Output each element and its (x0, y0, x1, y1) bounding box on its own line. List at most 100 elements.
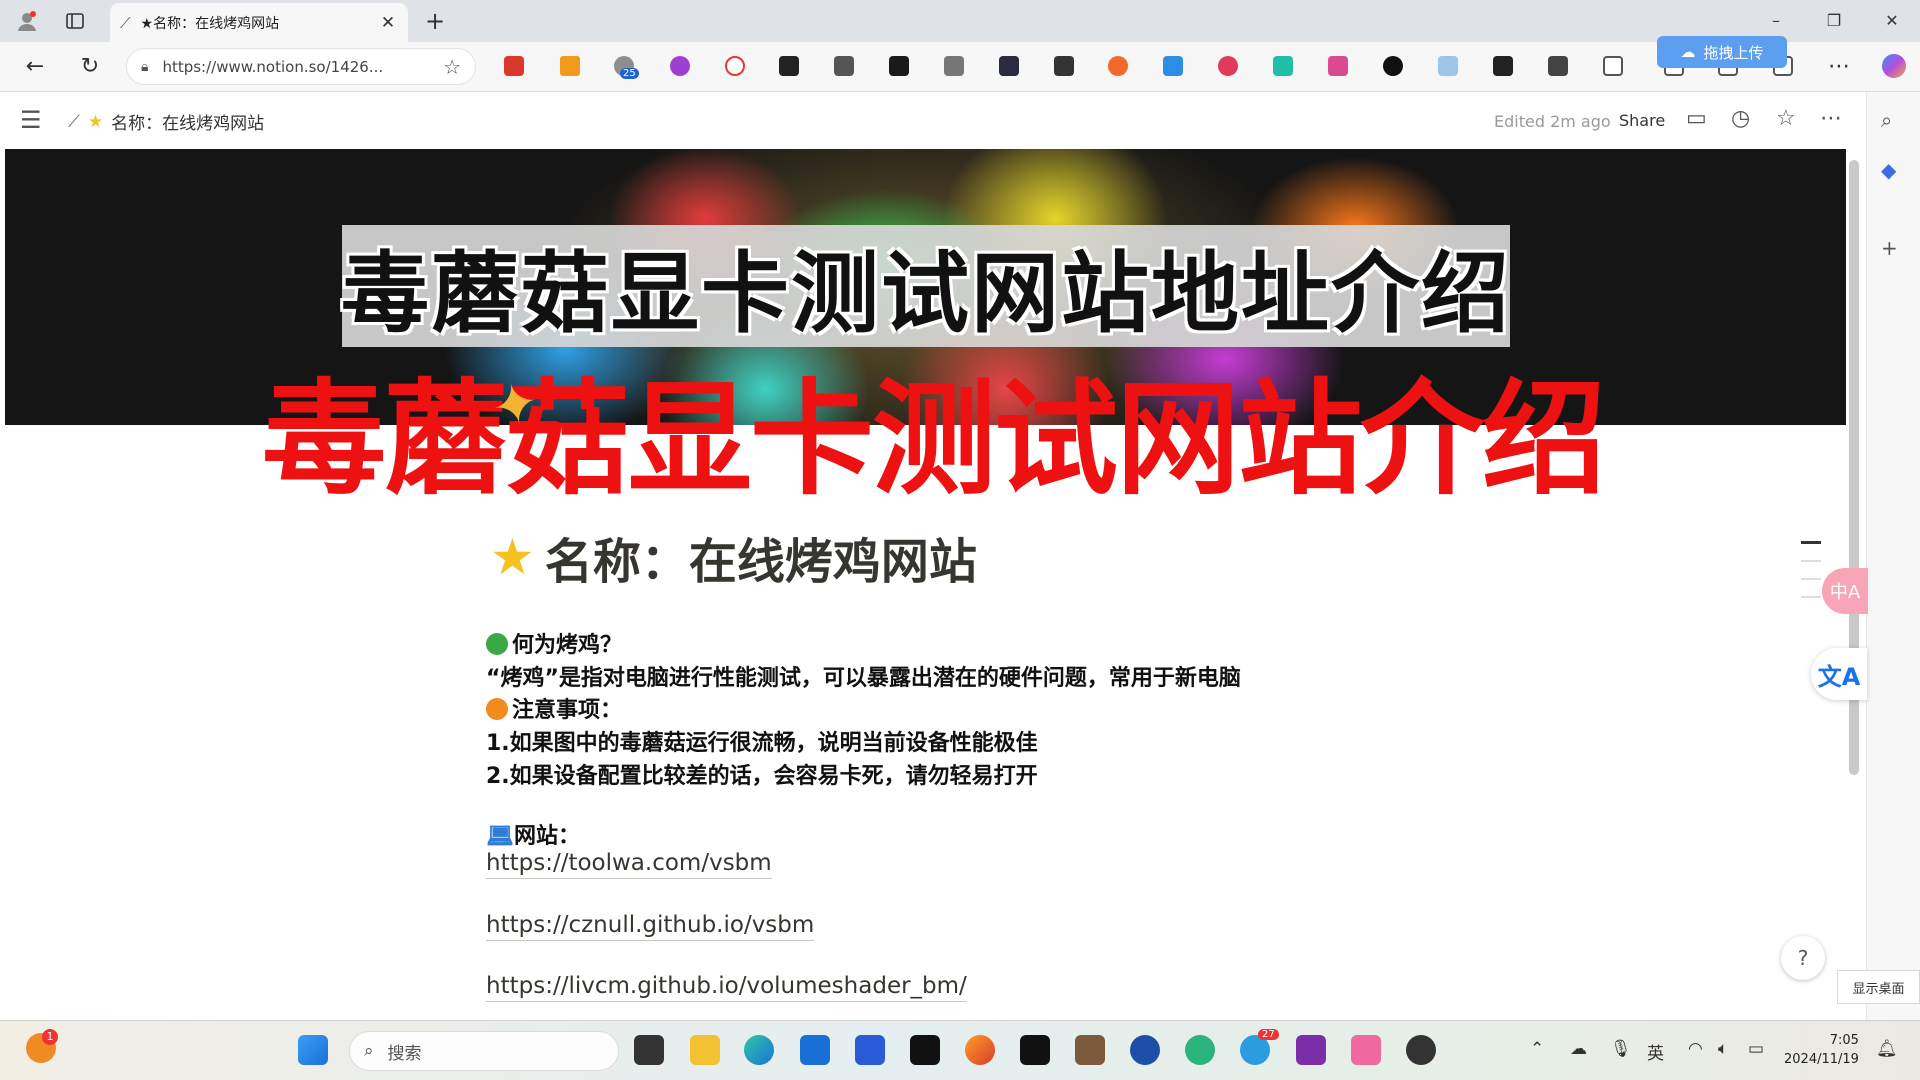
battery-icon[interactable]: ▭ (1748, 1039, 1764, 1059)
record-extension-icon[interactable] (725, 56, 745, 76)
site-link-1[interactable]: https://toolwa.com/vsbm (486, 850, 772, 879)
laptop-icon: 💻︎ (486, 824, 514, 849)
microphone-icon[interactable]: 🎙︎ (1610, 1039, 1632, 1059)
question-heading-text: 何为烤鸡？ (512, 633, 623, 658)
page-title[interactable]: ★ 名称：在线烤鸡网站 (490, 522, 977, 592)
library-icon[interactable] (1075, 1035, 1105, 1065)
outline-indicator[interactable] (1801, 560, 1821, 562)
onedrive-icon[interactable]: ☁ (1570, 1039, 1587, 1059)
store-icon[interactable] (855, 1035, 885, 1065)
search-icon[interactable]: ⌕ (1881, 108, 1892, 132)
outline-indicator[interactable] (1801, 578, 1821, 580)
upload-button[interactable]: ☁ 拖拽上传 (1657, 36, 1787, 68)
browser-sidebar: ⌕ ◆ + (1866, 92, 1920, 1020)
onenote-icon[interactable] (1296, 1035, 1326, 1065)
translate-button[interactable]: 文A (1811, 648, 1867, 700)
extension-icon[interactable] (1163, 56, 1183, 76)
profile-icon[interactable] (14, 8, 40, 34)
task-view-icon[interactable] (634, 1035, 664, 1065)
show-desktop-tooltip: 显示桌面 (1837, 970, 1920, 1004)
file-explorer-icon[interactable] (690, 1035, 720, 1065)
translate-pink-button[interactable]: 中A (1822, 568, 1868, 614)
extension-icon[interactable] (1218, 56, 1238, 76)
extension-icon[interactable] (1548, 56, 1568, 76)
time: 7:05 (1829, 1033, 1859, 1048)
search-icon: ⌕ (364, 1041, 374, 1061)
tab-active[interactable]: ⟋ ★名称：在线烤鸡网站 ✕ (110, 3, 408, 42)
orange-circle-icon (486, 698, 508, 720)
ime-indicator[interactable]: 英 (1647, 1039, 1664, 1064)
magic-wand-icon: ⟋ (68, 111, 80, 132)
extension-icon[interactable] (1493, 56, 1513, 76)
extension-badge: 25 (620, 68, 639, 79)
edited-status: Edited 2m ago (1494, 112, 1611, 131)
close-window-icon[interactable]: ✕ (1872, 8, 1912, 34)
extension-icon[interactable] (1438, 56, 1458, 76)
cover-banner-text: 毒蘑菇显卡测试网站地址介绍 (341, 241, 1512, 345)
folder-extension-icon[interactable] (944, 56, 964, 76)
extensions-puzzle-icon[interactable] (1603, 56, 1623, 76)
new-tab-icon[interactable]: + (422, 7, 448, 35)
more-menu-icon[interactable]: ⋯ (1824, 52, 1854, 82)
cover-banner: 毒蘑菇显卡测试网站地址介绍 (341, 225, 1512, 347)
extension-icon[interactable] (670, 56, 690, 76)
app-icon[interactable] (1406, 1035, 1436, 1065)
telegram-badge: 27 (1258, 1029, 1279, 1040)
tab-actions-icon[interactable] (62, 8, 88, 34)
url-text: https://www.notion.so/1426... (162, 57, 384, 76)
question-body: “烤鸡”是指对电脑进行性能测试，可以暴露出潜在的硬件问题，常用于新电脑 (486, 666, 1241, 691)
note-item-1: 1.如果图中的毒蘑菇运行很流畅，说明当前设备性能极佳 (486, 731, 1038, 756)
sidebar-menu-icon[interactable]: ☰ (20, 106, 42, 134)
capcut-icon[interactable] (910, 1035, 940, 1065)
help-icon[interactable]: ? (1781, 936, 1825, 980)
note-heading-text: 注意事项： (512, 698, 623, 723)
site-link-2[interactable]: https://cznull.github.io/vsbm (486, 912, 815, 941)
extension-icon[interactable] (1383, 56, 1403, 76)
taskbar: 1 ⌕ 搜索 27 ⌃ ☁ 🎙︎ 英 ◠ 🔈︎ ▭ 7:05 2024/11/1… (0, 1020, 1920, 1080)
translate-extension-icon[interactable] (1273, 56, 1293, 76)
app-icon[interactable] (1185, 1035, 1215, 1065)
extension-icon[interactable] (504, 56, 524, 76)
favorite-star-icon[interactable]: ☆ (443, 55, 461, 79)
favorite-icon[interactable]: ☆ (1776, 106, 1796, 131)
copilot-icon[interactable] (1882, 54, 1906, 78)
extension-icon[interactable] (1108, 56, 1128, 76)
close-tab-icon[interactable]: ✕ (378, 13, 398, 33)
bookmark-extension-icon[interactable] (560, 56, 580, 76)
tag-icon[interactable]: ◆ (1881, 158, 1896, 182)
terminal-icon[interactable] (1020, 1035, 1050, 1065)
address-bar[interactable]: 🔒︎ https://www.notion.so/1426... ☆ (126, 48, 476, 85)
notification-bell-icon[interactable]: 🔔︎ (1876, 1039, 1898, 1059)
extension-icon[interactable] (889, 56, 909, 76)
comments-icon[interactable]: ▭ (1686, 106, 1707, 131)
edge-icon[interactable] (744, 1035, 774, 1065)
more-options-icon[interactable]: ⋯ (1820, 106, 1842, 131)
add-icon[interactable]: + (1881, 236, 1898, 260)
wifi-icon[interactable]: ◠ (1688, 1039, 1703, 1059)
share-button[interactable]: Share (1619, 111, 1665, 130)
extension-icon[interactable] (834, 56, 854, 76)
restore-icon[interactable]: ❐ (1814, 8, 1854, 34)
clock[interactable]: 7:05 2024/11/19 (1784, 1031, 1859, 1069)
firefox-icon[interactable] (965, 1035, 995, 1065)
extension-icon[interactable] (1054, 56, 1074, 76)
volume-icon[interactable]: 🔈︎ (1718, 1039, 1728, 1059)
taskbar-search[interactable]: ⌕ 搜索 (349, 1031, 619, 1071)
start-icon[interactable] (298, 1035, 328, 1065)
outlook-icon[interactable] (800, 1035, 830, 1065)
tray-expand-icon[interactable]: ⌃ (1530, 1039, 1544, 1059)
back-icon[interactable]: ← (20, 52, 50, 82)
extension-icon[interactable] (999, 56, 1019, 76)
outline-indicator[interactable] (1801, 596, 1821, 598)
history-icon[interactable]: ◷ (1731, 106, 1750, 131)
breadcrumb[interactable]: ⟋ ★ 名称：在线烤鸡网站 (68, 109, 264, 135)
refresh-icon[interactable]: ↻ (75, 52, 105, 82)
extension-icon[interactable] (779, 56, 799, 76)
app-icon[interactable] (1130, 1035, 1160, 1065)
minimize-icon[interactable]: – (1756, 8, 1796, 34)
extension-icon[interactable] (1328, 56, 1348, 76)
browser-toolbar: ← ↻ 🔒︎ https://www.notion.so/1426... ☆ 2… (0, 42, 1920, 92)
site-link-3[interactable]: https://livcm.github.io/volumeshader_bm/ (486, 973, 967, 1002)
app-icon[interactable] (1351, 1035, 1381, 1065)
outline-indicator[interactable] (1801, 541, 1821, 544)
